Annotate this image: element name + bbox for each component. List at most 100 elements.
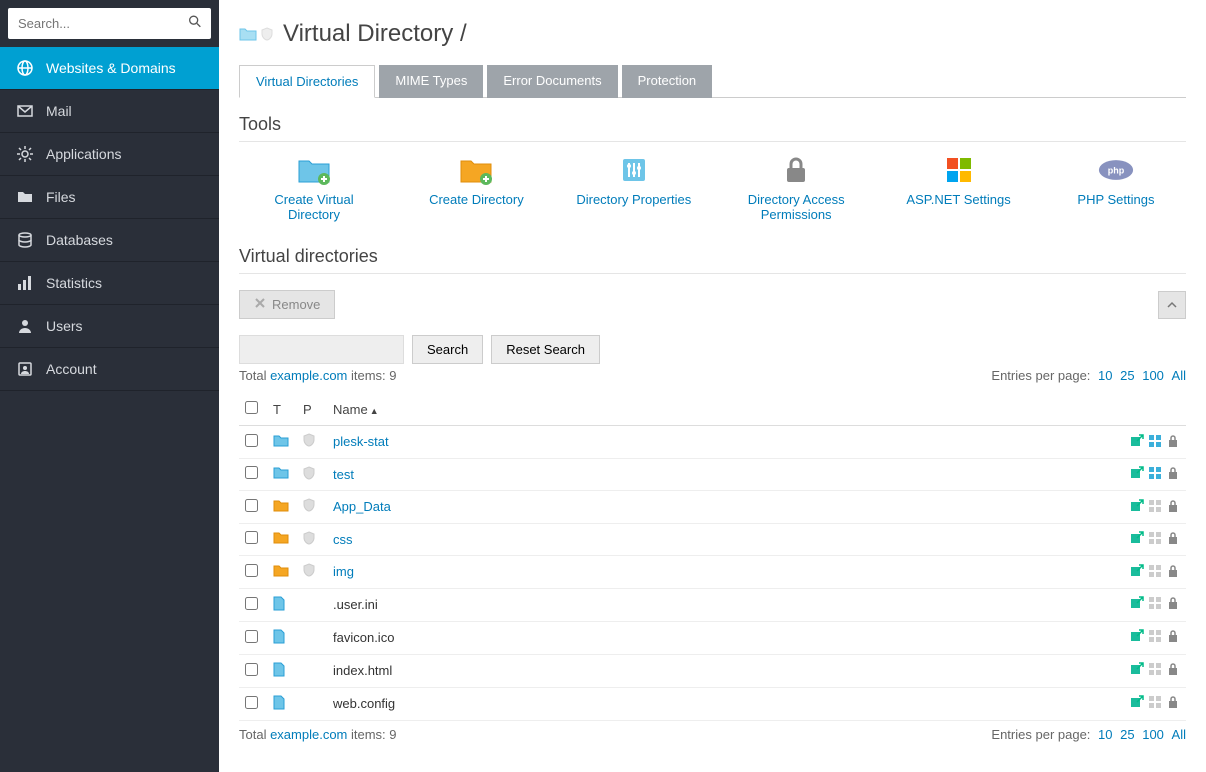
tab-mime-types[interactable]: MIME Types — [379, 65, 483, 98]
remove-button[interactable]: Remove — [239, 290, 335, 319]
tool-directory-access-permissions[interactable]: Directory Access Permissions — [731, 154, 861, 222]
action-open-icon[interactable] — [1129, 498, 1144, 513]
col-type[interactable]: T — [267, 393, 297, 426]
items-suffix: items: — [347, 368, 389, 383]
row-checkbox[interactable] — [245, 466, 258, 479]
action-grid-icon — [1147, 498, 1162, 513]
pagesize-100[interactable]: 100 — [1142, 727, 1164, 742]
page-title: Virtual Directory / — [283, 20, 467, 48]
database-icon — [16, 231, 34, 249]
table-row: favicon.ico — [239, 621, 1186, 654]
row-checkbox[interactable] — [245, 564, 258, 577]
tool-label: ASP.NET Settings — [906, 192, 1010, 207]
row-name[interactable]: plesk-stat — [333, 434, 389, 449]
pagesize-10[interactable]: 10 — [1098, 368, 1112, 383]
sliders-icon — [616, 154, 652, 186]
action-lock-icon[interactable] — [1165, 433, 1180, 448]
table-row: .user.ini — [239, 588, 1186, 621]
sidebar-item-statistics[interactable]: Statistics — [0, 262, 219, 305]
filter-input[interactable] — [239, 335, 404, 364]
select-all-checkbox[interactable] — [245, 401, 258, 414]
pagesize-all[interactable]: All — [1172, 727, 1186, 742]
tool-label: Create Directory — [429, 192, 524, 207]
total-prefix: Total — [239, 368, 270, 383]
domain-link[interactable]: example.com — [270, 368, 347, 383]
pagesize-10[interactable]: 10 — [1098, 727, 1112, 742]
action-open-icon[interactable] — [1129, 629, 1144, 644]
filter-search-button[interactable]: Search — [412, 335, 483, 364]
tab-error-documents[interactable]: Error Documents — [487, 65, 617, 98]
domain-link-bottom[interactable]: example.com — [270, 727, 347, 742]
action-lock-icon[interactable] — [1165, 629, 1180, 644]
action-open-icon[interactable] — [1129, 531, 1144, 546]
filter-reset-button[interactable]: Reset Search — [491, 335, 600, 364]
file-icon — [273, 665, 285, 680]
tool-label: Directory Properties — [576, 192, 691, 207]
sidebar-item-account[interactable]: Account — [0, 348, 219, 391]
pagesize-100[interactable]: 100 — [1142, 368, 1164, 383]
row-checkbox[interactable] — [245, 630, 258, 643]
action-open-icon[interactable] — [1129, 662, 1144, 677]
table-row: css — [239, 523, 1186, 556]
main-content: Virtual Directory / Virtual DirectoriesM… — [219, 0, 1206, 772]
tool-create-directory[interactable]: Create Directory — [416, 154, 536, 222]
account-icon — [16, 360, 34, 378]
tool-directory-properties[interactable]: Directory Properties — [574, 154, 694, 222]
row-checkbox[interactable] — [245, 499, 258, 512]
stats-icon — [16, 274, 34, 292]
row-name[interactable]: App_Data — [333, 499, 391, 514]
shield-icon — [303, 468, 315, 483]
action-open-icon[interactable] — [1129, 563, 1144, 578]
action-lock-icon[interactable] — [1165, 695, 1180, 710]
tool-asp-net-settings[interactable]: ASP.NET Settings — [899, 154, 1019, 222]
sidebar-item-label: Websites & Domains — [46, 60, 176, 76]
sidebar-item-users[interactable]: Users — [0, 305, 219, 348]
tool-label: Directory Access Permissions — [731, 192, 861, 222]
pagesize-25[interactable]: 25 — [1120, 368, 1134, 383]
row-name[interactable]: img — [333, 564, 354, 579]
sidebar-item-websites-domains[interactable]: Websites & Domains — [0, 47, 219, 90]
pagesize-25[interactable]: 25 — [1120, 727, 1134, 742]
action-grid-icon — [1147, 662, 1162, 677]
sidebar-item-files[interactable]: Files — [0, 176, 219, 219]
action-lock-icon[interactable] — [1165, 662, 1180, 677]
sidebar-item-applications[interactable]: Applications — [0, 133, 219, 176]
search-input[interactable] — [8, 8, 211, 39]
row-checkbox[interactable] — [245, 597, 258, 610]
action-grid-icon[interactable] — [1147, 466, 1162, 481]
action-lock-icon[interactable] — [1165, 531, 1180, 546]
action-lock-icon[interactable] — [1165, 596, 1180, 611]
section-header: Virtual directories — [239, 246, 1186, 274]
tool-php-settings[interactable]: phpPHP Settings — [1056, 154, 1176, 222]
collapse-button[interactable] — [1158, 291, 1186, 319]
action-open-icon[interactable] — [1129, 695, 1144, 710]
folder-icon — [273, 435, 289, 450]
col-name[interactable]: Name▲ — [327, 393, 1086, 426]
action-lock-icon[interactable] — [1165, 466, 1180, 481]
sidebar-item-mail[interactable]: Mail — [0, 90, 219, 133]
row-checkbox[interactable] — [245, 663, 258, 676]
search-icon[interactable] — [187, 13, 203, 34]
folder-icon — [273, 467, 289, 482]
action-open-icon[interactable] — [1129, 466, 1144, 481]
action-lock-icon[interactable] — [1165, 563, 1180, 578]
col-perm[interactable]: P — [297, 393, 327, 426]
action-open-icon[interactable] — [1129, 596, 1144, 611]
row-name: index.html — [333, 663, 392, 678]
sidebar-item-label: Statistics — [46, 275, 102, 291]
sidebar-item-databases[interactable]: Databases — [0, 219, 219, 262]
tab-protection[interactable]: Protection — [622, 65, 713, 98]
tool-create-virtual-directory[interactable]: Create Virtual Directory — [249, 154, 379, 222]
row-checkbox[interactable] — [245, 696, 258, 709]
action-lock-icon[interactable] — [1165, 498, 1180, 513]
tab-virtual-directories[interactable]: Virtual Directories — [239, 65, 375, 98]
sidebar-item-label: Mail — [46, 103, 72, 119]
row-name[interactable]: css — [333, 532, 353, 547]
row-checkbox[interactable] — [245, 434, 258, 447]
pagesize-all[interactable]: All — [1172, 368, 1186, 383]
globe-icon — [16, 59, 34, 77]
row-checkbox[interactable] — [245, 531, 258, 544]
action-grid-icon[interactable] — [1147, 433, 1162, 448]
row-name[interactable]: test — [333, 467, 354, 482]
action-open-icon[interactable] — [1129, 433, 1144, 448]
